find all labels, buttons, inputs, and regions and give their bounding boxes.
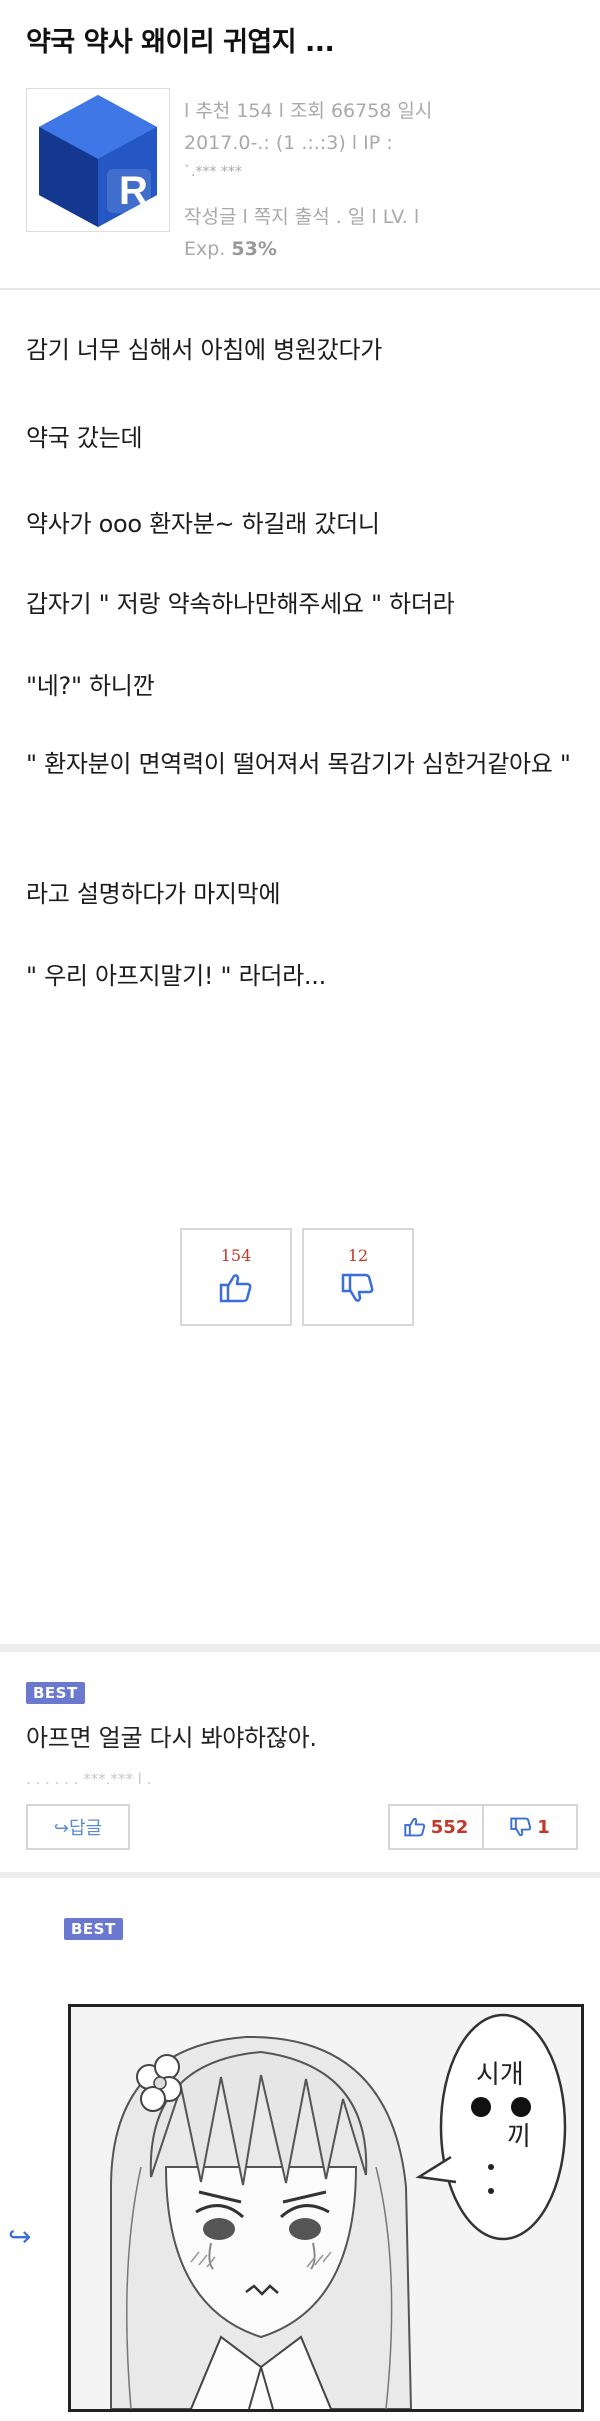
reply-arrow-icon: ↪ xyxy=(8,2220,32,2253)
thumbs-up-icon xyxy=(219,1274,252,1303)
reply-button[interactable]: ↪답글 xyxy=(26,1804,130,1850)
cube-logo-icon: R xyxy=(39,95,157,227)
speech-text-line1: 시개 xyxy=(476,2060,524,2090)
censor-mark xyxy=(471,2097,491,2117)
comment-like-button[interactable]: 552 xyxy=(388,1804,484,1850)
post-date-ip: 2017.0-.: (1 .:.:3) l IP : xyxy=(184,132,393,154)
thumbs-up-icon xyxy=(404,1817,425,1837)
anime-girl-illustration: 시개 끼 xyxy=(71,2007,581,2409)
post-stats: l 추천 154 l 조회 66758 일시 xyxy=(184,100,433,122)
post-paragraph: 감기 너무 심해서 아침에 병원갔다가 xyxy=(26,336,383,364)
avatar-letter: R xyxy=(119,169,148,213)
comment-meta: . . . . . . ***.*** l . xyxy=(26,1770,152,1788)
thumbs-down-icon xyxy=(510,1817,532,1837)
upvote-button[interactable]: 154 xyxy=(180,1228,292,1326)
best-badge: BEST xyxy=(26,1682,85,1704)
comment-text: 아프면 얼굴 다시 봐야하잖아. xyxy=(26,1724,317,1752)
best-badge: BEST xyxy=(64,1918,123,1940)
post-paragraph: 라고 설명하다가 마지막에 xyxy=(26,880,281,908)
post-paragraph: 약사가 ooo 환자분~ 하길래 갔더니 xyxy=(26,510,380,538)
post-paragraph: 갑자기 " 저랑 약속하나만해주세요 " 하더라 xyxy=(26,590,455,618)
post-paragraph: " 환자분이 면역력이 떨어져서 목감기가 심한거같아요 " xyxy=(26,750,571,778)
comment-dislike-count: 1 xyxy=(537,1816,550,1838)
post-ip-masked: `.*** *** xyxy=(184,164,242,180)
censor-mark xyxy=(511,2097,531,2117)
speech-text-line2: 끼 xyxy=(507,2122,531,2152)
post-paragraph: "네?" 하니깐 xyxy=(26,672,155,700)
author-info: 작성글 l 쪽지 출석 . 일 l LV. l xyxy=(184,206,420,228)
downvote-count: 12 xyxy=(347,1246,369,1265)
post-title: 약국 약사 왜이리 귀엽지 ... xyxy=(26,27,335,58)
post-paragraph: 약국 갔는데 xyxy=(26,424,143,452)
upvote-count: 154 xyxy=(220,1246,252,1265)
author-avatar[interactable]: R xyxy=(26,88,170,232)
exp-label: Exp. xyxy=(184,238,226,260)
thumbs-down-icon xyxy=(341,1273,374,1302)
section-separator xyxy=(0,1644,600,1652)
post-paragraph: " 우리 아프지말기! " 라더라... xyxy=(26,962,326,990)
comment-like-count: 552 xyxy=(430,1816,469,1838)
comment-image: 시개 끼 xyxy=(68,2004,584,2412)
downvote-button[interactable]: 12 xyxy=(302,1228,414,1326)
header-divider xyxy=(0,288,600,290)
author-exp: Exp. 53% xyxy=(184,238,277,260)
comment-dislike-button[interactable]: 1 xyxy=(482,1804,578,1850)
exp-value: 53% xyxy=(231,238,277,260)
comment-separator xyxy=(0,1872,600,1878)
